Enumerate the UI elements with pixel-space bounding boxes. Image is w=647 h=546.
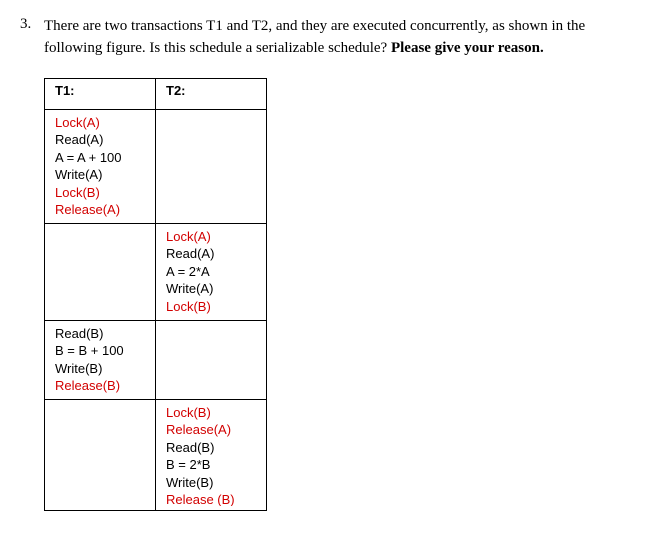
ops-list: Lock(B)Release(A)Read(B)B = 2*BWrite(B)R… <box>166 404 256 506</box>
operation: Lock(B) <box>55 184 145 202</box>
operation: Read(B) <box>166 439 256 457</box>
schedule-table: T1: T2: Lock(A)Read(A)A = A + 100Write(A… <box>44 78 267 511</box>
operation: Lock(A) <box>55 114 145 132</box>
operation: A = A + 100 <box>55 149 145 167</box>
table-row: Lock(B)Release(A)Read(B)B = 2*BWrite(B)R… <box>45 399 267 510</box>
operation: Read(A) <box>55 131 145 149</box>
header-t1: T1: <box>45 78 156 109</box>
operation: B = B + 100 <box>55 342 145 360</box>
cell-t2-step1 <box>156 109 267 223</box>
cell-t1-step3: Read(B)B = B + 100Write(B)Release(B) <box>45 320 156 399</box>
table-row: Read(B)B = B + 100Write(B)Release(B) <box>45 320 267 399</box>
cell-t1-step1: Lock(A)Read(A)A = A + 100Write(A)Lock(B)… <box>45 109 156 223</box>
table-row: Lock(A)Read(A)A = 2*AWrite(A)Lock(B) <box>45 223 267 320</box>
question-text: There are two transactions T1 and T2, an… <box>44 16 627 60</box>
operation: Release (B) <box>166 491 256 505</box>
question-number: 3. <box>20 16 44 33</box>
cell-t1-step2 <box>45 223 156 320</box>
cell-t2-step4: Lock(B)Release(A)Read(B)B = 2*BWrite(B)R… <box>156 399 267 510</box>
header-t2: T2: <box>156 78 267 109</box>
operation: Lock(B) <box>166 404 256 422</box>
cell-t2-step2: Lock(A)Read(A)A = 2*AWrite(A)Lock(B) <box>156 223 267 320</box>
question-block: 3. There are two transactions T1 and T2,… <box>20 16 627 60</box>
operation: Read(B) <box>55 325 145 343</box>
table-row: Lock(A)Read(A)A = A + 100Write(A)Lock(B)… <box>45 109 267 223</box>
operation: Release(A) <box>55 201 145 219</box>
operation: B = 2*B <box>166 456 256 474</box>
operation: Write(A) <box>55 166 145 184</box>
operation: Write(B) <box>166 474 256 492</box>
cell-t1-step4 <box>45 399 156 510</box>
operation: Lock(A) <box>166 228 256 246</box>
operation: Read(A) <box>166 245 256 263</box>
cell-t2-step3 <box>156 320 267 399</box>
table-header-row: T1: T2: <box>45 78 267 109</box>
operation: A = 2*A <box>166 263 256 281</box>
ops-list: Read(B)B = B + 100Write(B)Release(B) <box>55 325 145 395</box>
operation: Lock(B) <box>166 298 256 316</box>
ops-list: Lock(A)Read(A)A = 2*AWrite(A)Lock(B) <box>166 228 256 316</box>
ops-list: Lock(A)Read(A)A = A + 100Write(A)Lock(B)… <box>55 114 145 219</box>
operation: Release(B) <box>55 377 145 395</box>
operation: Write(A) <box>166 280 256 298</box>
question-text-bold: Please give your reason. <box>391 40 544 56</box>
operation: Release(A) <box>166 421 256 439</box>
operation: Write(B) <box>55 360 145 378</box>
